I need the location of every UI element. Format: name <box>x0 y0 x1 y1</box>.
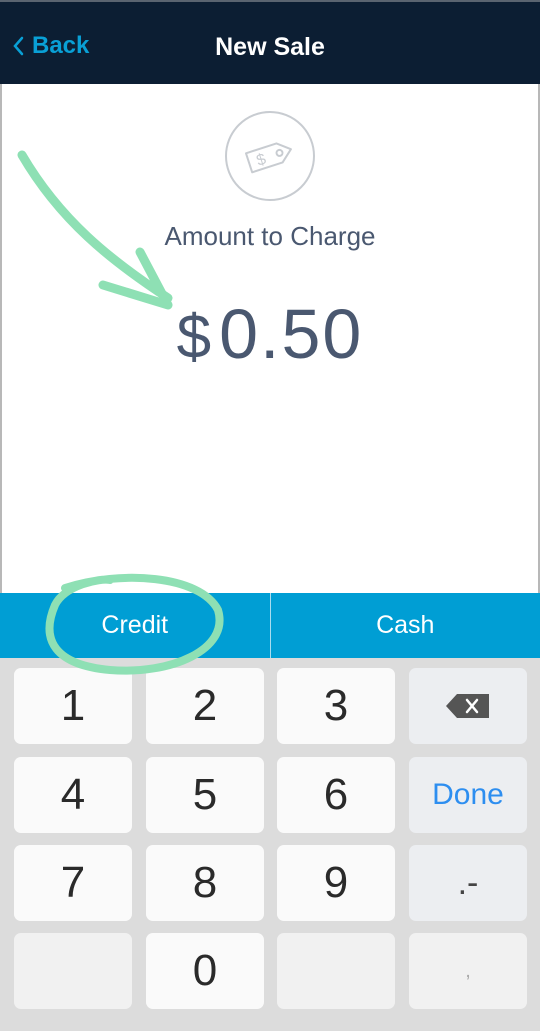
svg-text:$: $ <box>255 151 269 170</box>
key-8[interactable]: 8 <box>146 845 264 921</box>
tab-credit[interactable]: Credit <box>0 593 270 658</box>
key-1[interactable]: 1 <box>14 668 132 744</box>
key-4[interactable]: 4 <box>14 757 132 833</box>
amount-value: 0.50 <box>219 295 364 373</box>
comma-key[interactable]: , <box>409 933 527 1009</box>
amount-panel: $ Amount to Charge $0.50 <box>0 84 540 593</box>
key-7[interactable]: 7 <box>14 845 132 921</box>
page-title: New Sale <box>215 33 325 61</box>
amount-display: $0.50 <box>2 294 538 374</box>
amount-label: Amount to Charge <box>164 221 376 251</box>
backspace-key[interactable] <box>409 668 527 744</box>
backspace-icon <box>446 694 489 718</box>
key-6[interactable]: 6 <box>277 757 395 833</box>
currency-symbol: $ <box>176 303 214 372</box>
done-key[interactable]: Done <box>409 757 527 833</box>
payment-method-tabs: Credit Cash <box>0 593 540 658</box>
key-2[interactable]: 2 <box>146 668 264 744</box>
key-9[interactable]: 9 <box>277 845 395 921</box>
key-3[interactable]: 3 <box>277 668 395 744</box>
blank-key <box>14 933 132 1009</box>
key-5[interactable]: 5 <box>146 757 264 833</box>
price-tag-icon: $ <box>225 111 315 201</box>
blank-key <box>277 933 395 1009</box>
header-bar: Back New Sale <box>0 0 540 84</box>
tab-cash[interactable]: Cash <box>269 593 540 658</box>
key-0[interactable]: 0 <box>146 933 264 1009</box>
decimal-key[interactable]: .- <box>409 845 527 921</box>
